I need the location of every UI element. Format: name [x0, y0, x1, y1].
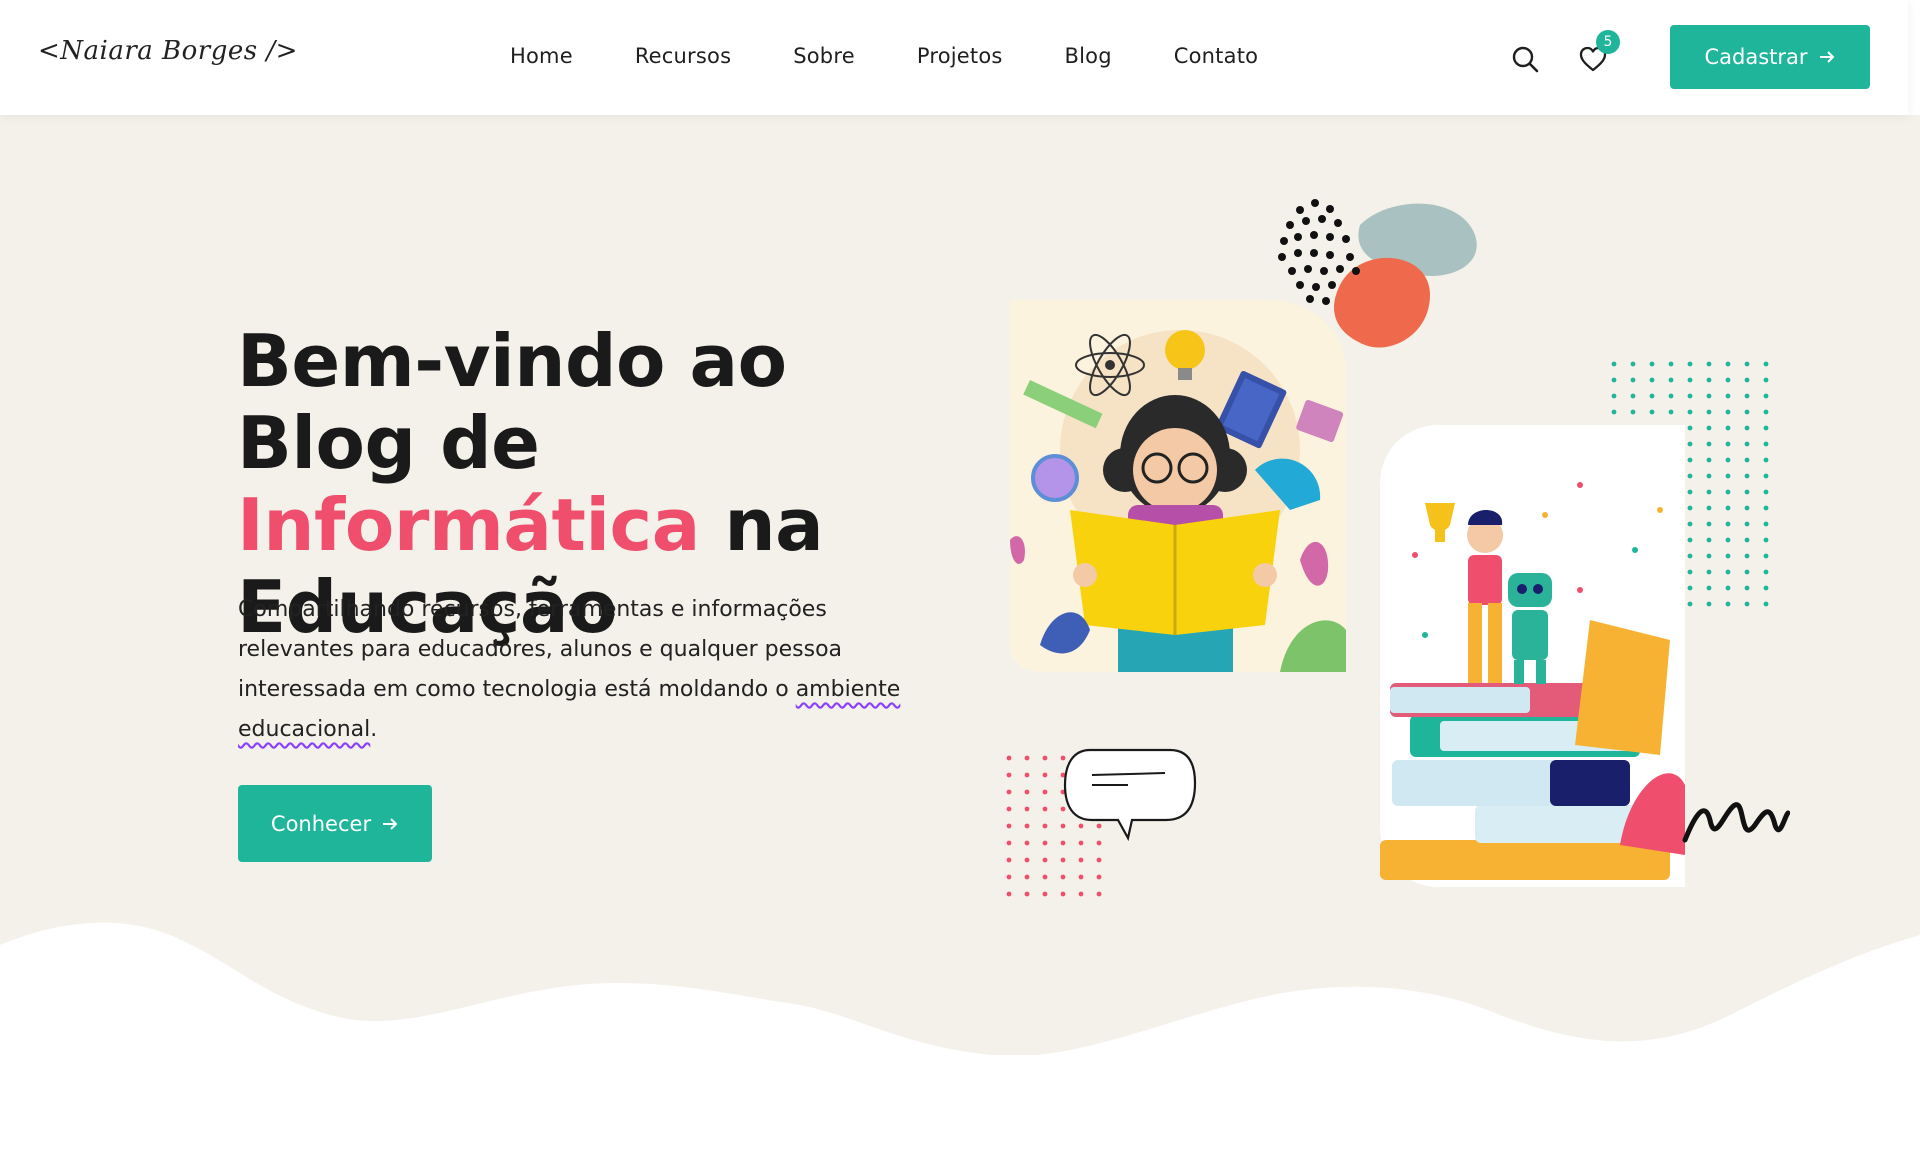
conhecer-button[interactable]: Conhecer [238, 785, 432, 862]
site-logo[interactable]: <Naiara Borges /> [38, 36, 298, 66]
arrow-right-icon [383, 817, 398, 830]
nav-home[interactable]: Home [510, 44, 573, 68]
speech-bubble-icon [1063, 748, 1197, 842]
nav-projetos[interactable]: Projetos [917, 44, 1003, 68]
hero-description-text: Compartilhando recursos, ferramentas e i… [238, 597, 843, 702]
decorative-squiggle [1682, 802, 1790, 843]
favorites-count-badge: 5 [1596, 30, 1620, 54]
hero-bottom-wave [0, 922, 1920, 1055]
hero-title-part1: Bem-vindo ao Blog de [237, 319, 787, 485]
girl-reading-illustration [1010, 300, 1346, 672]
cadastrar-label: Cadastrar [1704, 45, 1808, 69]
hero-description: Compartilhando recursos, ferramentas e i… [238, 590, 918, 750]
cadastrar-button[interactable]: Cadastrar [1670, 25, 1870, 89]
site-header: <Naiara Borges /> Home Recursos Sobre Pr… [0, 0, 1908, 115]
nav-sobre[interactable]: Sobre [793, 44, 855, 68]
conhecer-label: Conhecer [270, 811, 372, 836]
search-icon[interactable] [1510, 44, 1540, 74]
hero-section: Bem-vindo ao Blog de Informática na Educ… [0, 115, 1920, 1055]
nav-recursos[interactable]: Recursos [635, 44, 731, 68]
boy-robot-illustration [1380, 425, 1685, 887]
arrow-right-icon [1819, 51, 1834, 63]
main-nav: Home Recursos Sobre Projetos Blog Contat… [510, 44, 1320, 68]
nav-blog[interactable]: Blog [1065, 44, 1112, 68]
hero-description-end: . [370, 717, 378, 742]
nav-contato[interactable]: Contato [1174, 44, 1258, 68]
hero-title-accent: Informática [237, 483, 700, 567]
